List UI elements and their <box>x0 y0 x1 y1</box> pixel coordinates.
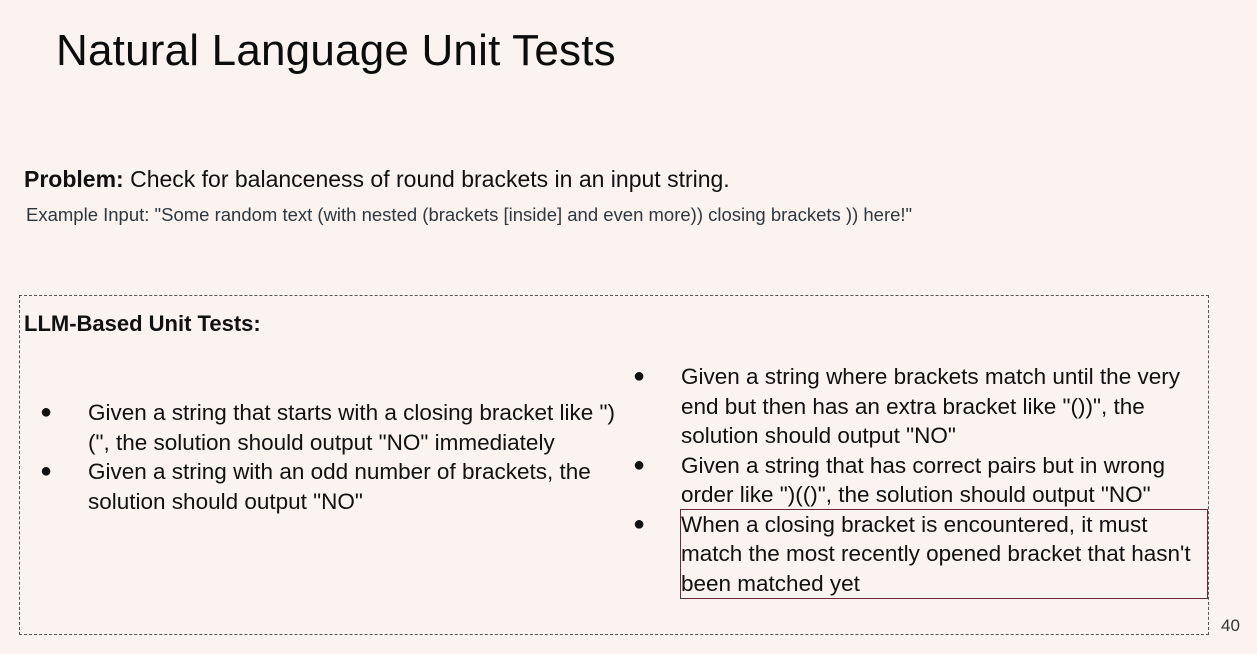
test-text: Given a string that starts with a closin… <box>88 400 615 455</box>
problem-statement: Problem: Check for balanceness of round … <box>24 166 730 193</box>
page-number: 40 <box>1221 616 1240 635</box>
bullet-icon: ● <box>633 365 646 387</box>
list-item: ● When a closing bracket is encountered,… <box>633 508 1208 599</box>
problem-text: Check for balanceness of round brackets … <box>123 166 730 192</box>
list-item: ● Given a string that starts with a clos… <box>40 398 618 457</box>
right-tests-list: ● Given a string where brackets match un… <box>633 362 1208 599</box>
example-input: Example Input: "Some random text (with n… <box>26 204 913 225</box>
list-item: ● Given a string that has correct pairs … <box>633 451 1201 510</box>
unit-tests-heading: LLM-Based Unit Tests: <box>24 311 261 336</box>
list-item: ● Given a string where brackets match un… <box>633 362 1201 451</box>
bullet-icon: ● <box>40 460 53 482</box>
bullet-icon: ● <box>40 401 53 423</box>
bullet-icon: ● <box>633 453 646 476</box>
bullet-icon: ● <box>633 512 646 535</box>
slide-title: Natural Language Unit Tests <box>56 26 616 75</box>
test-text: Given a string that has correct pairs bu… <box>681 452 1165 508</box>
highlighted-test: When a closing bracket is encountered, i… <box>680 508 1208 599</box>
slide: Natural Language Unit Tests Problem: Che… <box>0 0 1257 654</box>
test-text: Given a string where brackets match unti… <box>681 364 1180 448</box>
test-text: Given a string with an odd number of bra… <box>88 459 591 514</box>
problem-label: Problem: <box>24 166 124 192</box>
test-text: When a closing bracket is encountered, i… <box>681 511 1191 596</box>
list-item: ● Given a string with an odd number of b… <box>40 457 618 516</box>
left-tests-list: ● Given a string that starts with a clos… <box>40 398 618 516</box>
